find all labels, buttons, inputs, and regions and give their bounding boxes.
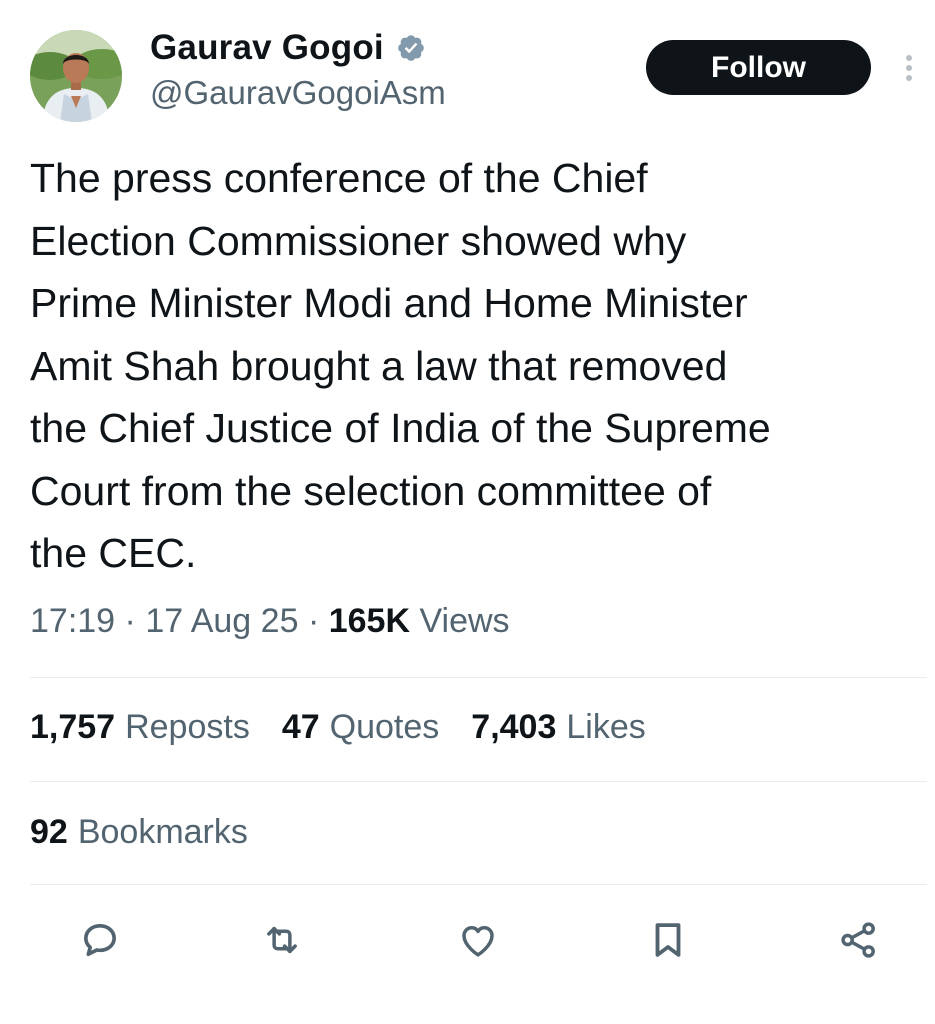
quotes-count: 47 [281,708,320,746]
reposts-count: 1,757 [30,708,116,746]
verified-badge-icon [396,33,426,63]
views-label: Views [419,602,510,640]
likes-count: 7,403 [471,708,557,746]
likes-stat[interactable]: 7,403 Likes [471,708,645,747]
like-button[interactable] [454,918,502,966]
quotes-stat[interactable]: 47 Quotes [282,708,439,747]
reposts-label: Reposts [125,708,250,746]
tweet-actions [0,912,935,972]
share-button[interactable] [835,918,883,966]
like-icon [457,919,499,966]
divider [30,781,927,782]
more-options-icon[interactable] [899,52,919,84]
avatar[interactable] [30,30,122,122]
repost-icon [261,919,303,966]
divider [30,884,927,885]
author-name-row: Gaurav Gogoi [150,24,426,72]
tweet-meta: 17:19 · 17 Aug 25 · 165K Views [30,602,510,641]
meta-separator: · [124,602,146,640]
bookmarks-stat[interactable]: 92 Bookmarks [30,813,248,852]
bookmark-button[interactable] [644,918,692,966]
reposts-stat[interactable]: 1,757 Reposts [30,708,250,747]
views-count: 165K [328,602,410,640]
follow-button[interactable]: Follow [646,40,871,95]
author-handle[interactable]: @GauravGogoiAsm [150,74,446,112]
bookmarks-label: Bookmarks [77,813,248,851]
reply-button[interactable] [76,918,124,966]
bookmarks-count: 92 [30,813,68,851]
tweet-time[interactable]: 17:19 [30,602,115,640]
tweet-text: The press conference of the Chief Electi… [30,155,771,576]
author-display-name[interactable]: Gaurav Gogoi [150,28,384,68]
bookmark-icon [647,919,689,966]
share-icon [838,919,880,966]
reply-icon [80,920,120,965]
engagement-stats: 1,757 Reposts 47 Quotes 7,403 Likes [30,708,646,747]
tweet-date[interactable]: 17 Aug 25 [145,602,298,640]
repost-button[interactable] [258,918,306,966]
meta-separator: · [307,602,329,640]
quotes-label: Quotes [329,708,440,746]
likes-label: Likes [566,708,646,746]
divider [30,677,927,678]
